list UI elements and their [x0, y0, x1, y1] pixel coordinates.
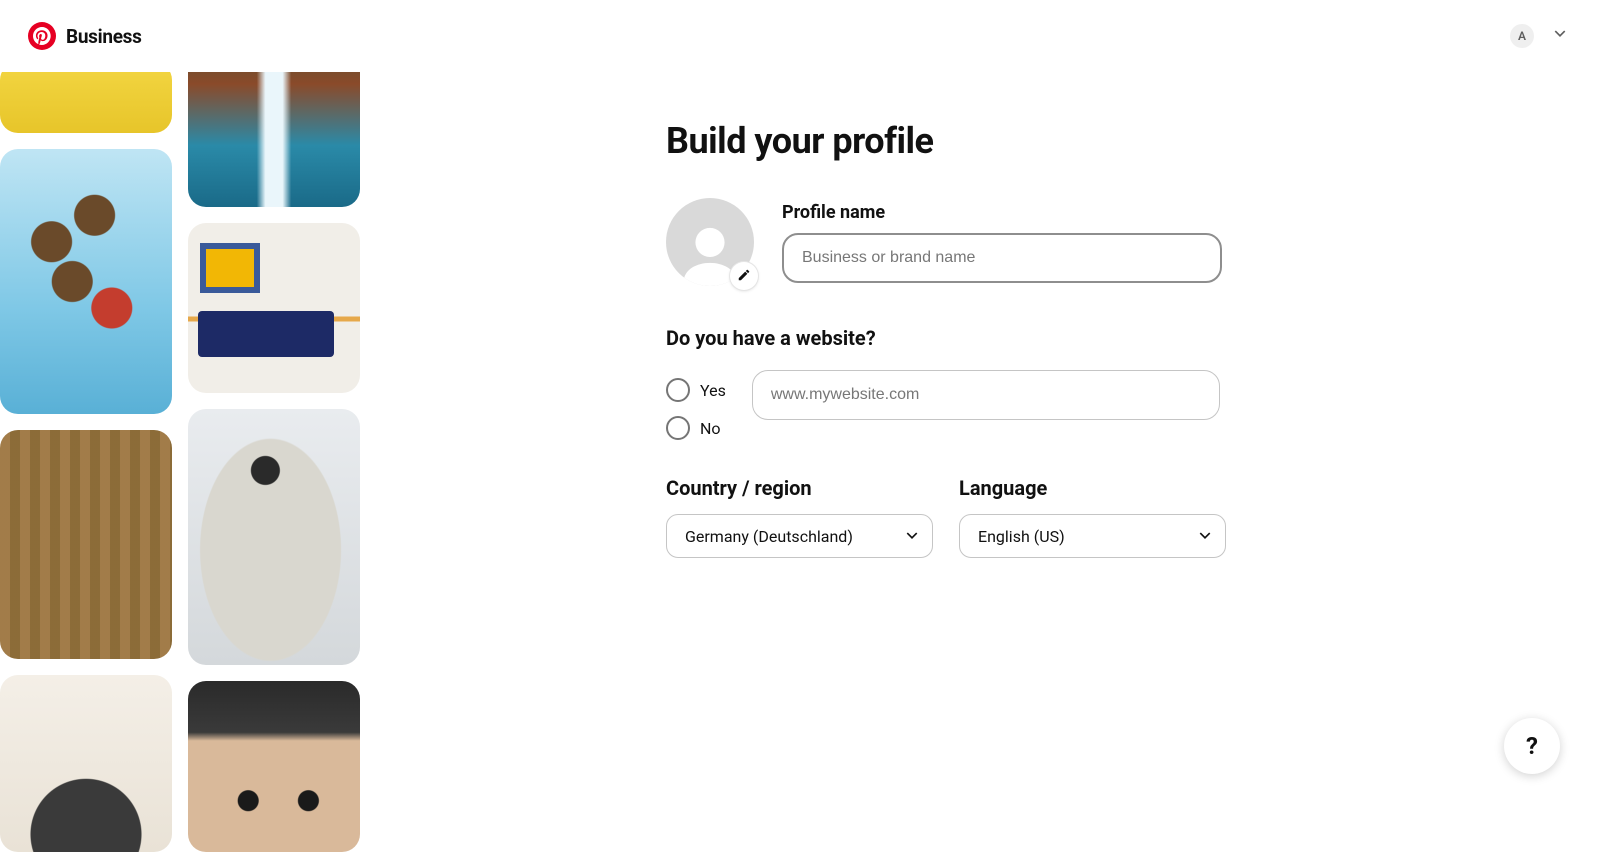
- language-select[interactable]: English (US): [959, 514, 1226, 558]
- collage-pin: [188, 223, 360, 394]
- website-input[interactable]: [752, 370, 1220, 420]
- chevron-down-icon: [904, 528, 920, 544]
- country-label: Country / region: [666, 476, 933, 500]
- radio-label: No: [700, 419, 721, 438]
- onboarding-image-collage: [0, 72, 360, 852]
- locale-row: Country / region Germany (Deutschland) L…: [666, 476, 1226, 558]
- profile-form: Build your profile Profile name Do you h…: [666, 120, 1226, 558]
- radio-icon: [666, 378, 690, 402]
- profile-name-row: Profile name: [666, 198, 1226, 286]
- chevron-down-icon: [1552, 26, 1568, 46]
- collage-pin: [0, 675, 172, 852]
- header-right: A: [1510, 24, 1572, 48]
- brand-logo[interactable]: Business: [28, 22, 142, 50]
- profile-name-label: Profile name: [782, 202, 1226, 223]
- website-radio-no[interactable]: No: [666, 416, 726, 440]
- country-value: Germany (Deutschland): [685, 527, 853, 546]
- pencil-icon: [737, 267, 751, 286]
- header: Business A: [0, 0, 1600, 72]
- collage-pin: [0, 62, 172, 133]
- account-avatar[interactable]: A: [1510, 24, 1534, 48]
- website-radio-yes[interactable]: Yes: [666, 378, 726, 402]
- language-label: Language: [959, 476, 1226, 500]
- radio-label: Yes: [700, 381, 726, 400]
- website-row: Yes No: [666, 370, 1226, 440]
- website-question: Do you have a website?: [666, 326, 1226, 350]
- question-mark-icon: ?: [1526, 732, 1538, 760]
- chevron-down-icon: [1197, 528, 1213, 544]
- country-select[interactable]: Germany (Deutschland): [666, 514, 933, 558]
- collage-pin: [188, 409, 360, 665]
- page-title: Build your profile: [666, 120, 1226, 162]
- account-menu-button[interactable]: [1548, 24, 1572, 48]
- profile-avatar-wrap: [666, 198, 754, 286]
- collage-pin: [0, 430, 172, 660]
- radio-icon: [666, 416, 690, 440]
- edit-avatar-button[interactable]: [730, 262, 758, 290]
- profile-name-input[interactable]: [782, 233, 1222, 283]
- brand-text: Business: [66, 25, 142, 48]
- website-radio-group: Yes No: [666, 370, 726, 440]
- language-value: English (US): [978, 527, 1065, 546]
- pinterest-logo-icon: [28, 22, 56, 50]
- collage-pin: [0, 149, 172, 414]
- collage-pin: [188, 681, 360, 852]
- help-button[interactable]: ?: [1504, 718, 1560, 774]
